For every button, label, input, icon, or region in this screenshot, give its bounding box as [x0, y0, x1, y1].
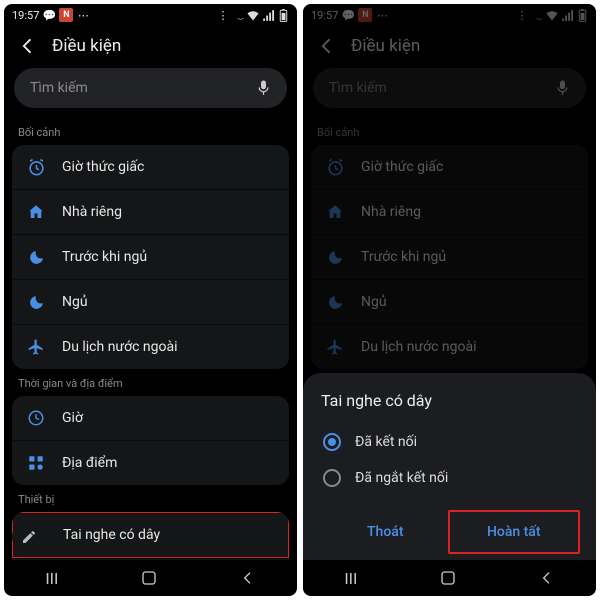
row-sleep[interactable]: Ngủ — [12, 279, 289, 324]
status-bar: 19:57 💬 N ⋯ ⋮ ͜ — [303, 4, 596, 26]
status-time: 19:57 — [12, 9, 39, 22]
nav-recents[interactable]: III — [45, 569, 58, 588]
back-icon[interactable] — [317, 36, 337, 56]
alarm-icon — [325, 157, 345, 177]
page-header: Điều kiện — [303, 26, 596, 64]
row-home[interactable]: Nhà riêng — [12, 189, 289, 234]
row-label: Trước khi ngủ — [62, 249, 147, 265]
wifi-icon — [247, 9, 259, 21]
radio-disconnected[interactable]: Đã ngắt kết nối — [321, 460, 578, 496]
section-label-device: Thiết bị — [4, 485, 297, 512]
bluetooth-icon: ⋮ — [217, 9, 229, 21]
volte-icon: ͜ — [232, 9, 244, 21]
section-label-context: Bối cảnh — [303, 118, 596, 145]
more-icon: ⋯ — [376, 9, 388, 21]
home-icon — [26, 202, 46, 222]
clock-icon — [26, 408, 46, 428]
group-context: Giờ thức giấc Nhà riêng Trước khi ngủ Ng… — [12, 145, 289, 369]
nav-recents[interactable]: III — [344, 569, 357, 588]
row-home[interactable]: Nhà riêng — [311, 189, 588, 234]
page-title: Điều kiện — [351, 36, 420, 56]
volte-icon: ͜ — [531, 9, 543, 21]
group-device: Tai nghe có dây Trạng thái sạc Mức pin — [12, 512, 289, 560]
radio-label: Đã kết nối — [355, 434, 417, 450]
status-bar: 19:57 💬 N ⋯ ⋮ ͜ — [4, 4, 297, 26]
alarm-icon — [26, 157, 46, 177]
chat-icon: 💬 — [43, 9, 55, 21]
row-label: Giờ thức giấc — [361, 159, 443, 175]
search-placeholder: Tìm kiếm — [329, 80, 555, 96]
row-label: Tai nghe có dây — [63, 527, 160, 543]
bottom-sheet: Tai nghe có dây Đã kết nối Đã ngắt kết n… — [303, 373, 596, 560]
radio-icon — [323, 433, 341, 451]
mic-icon[interactable] — [256, 79, 271, 97]
battery-icon — [576, 9, 588, 21]
search-input[interactable]: Tìm kiếm — [313, 68, 586, 108]
airplane-icon — [26, 337, 46, 357]
search-placeholder: Tìm kiếm — [30, 80, 256, 96]
phone-screen-left: 19:57 💬 N ⋯ ⋮ ͜ Điều kiện Tìm kiếm — [4, 4, 297, 596]
row-label: Ngủ — [62, 294, 88, 310]
radio-label: Đã ngắt kết nối — [355, 470, 448, 486]
moon-icon — [325, 247, 345, 267]
row-label: Giờ — [62, 410, 83, 426]
nav-back[interactable] — [240, 570, 256, 586]
more-icon: ⋯ — [77, 9, 89, 21]
row-before-sleep[interactable]: Trước khi ngủ — [12, 234, 289, 279]
nav-home[interactable] — [440, 570, 456, 586]
row-wake-time[interactable]: Giờ thức giấc — [311, 145, 588, 189]
status-time: 19:57 — [311, 9, 338, 22]
row-label: Du lịch nước ngoài — [62, 339, 178, 355]
notif-badge: N — [358, 8, 372, 22]
row-travel[interactable]: Du lịch nước ngoài — [12, 324, 289, 369]
section-label-timeplace: Thời gian và địa điểm — [4, 369, 297, 396]
row-label: Du lịch nước ngoài — [361, 339, 477, 355]
notif-badge: N — [59, 8, 73, 22]
airplane-icon — [325, 337, 345, 357]
row-place[interactable]: Địa điểm — [12, 440, 289, 485]
edit-fab[interactable] — [12, 520, 46, 554]
nav-back[interactable] — [539, 570, 555, 586]
row-wake-time[interactable]: Giờ thức giấc — [12, 145, 289, 189]
row-label: Nhà riêng — [62, 204, 122, 220]
nav-bar: III — [303, 560, 596, 596]
phone-screen-right: 19:57 💬 N ⋯ ⋮ ͜ Điều kiện Tìm kiếm Bối c… — [303, 4, 596, 596]
bluetooth-icon: ⋮ — [516, 9, 528, 21]
back-icon[interactable] — [18, 36, 38, 56]
chat-icon: 💬 — [342, 9, 354, 21]
row-label: Ngủ — [361, 294, 387, 310]
row-label: Địa điểm — [62, 455, 117, 471]
done-button[interactable]: Hoàn tất — [448, 510, 581, 554]
search-input[interactable]: Tìm kiếm — [14, 68, 287, 108]
signal-icon — [262, 9, 274, 21]
location-icon — [26, 453, 46, 473]
sheet-title: Tai nghe có dây — [321, 391, 578, 410]
row-label: Nhà riêng — [361, 204, 421, 220]
group-timeplace: Giờ Địa điểm — [12, 396, 289, 485]
page-header: Điều kiện — [4, 26, 297, 64]
group-context: Giờ thức giấc Nhà riêng Trước khi ngủ Ng… — [311, 145, 588, 369]
nav-bar: III — [4, 560, 297, 596]
wifi-icon — [546, 9, 558, 21]
row-wired-headphones[interactable]: Tai nghe có dây — [12, 512, 289, 559]
cancel-button[interactable]: Thoát — [321, 512, 450, 552]
row-label: Giờ thức giấc — [62, 159, 144, 175]
row-time[interactable]: Giờ — [12, 396, 289, 440]
row-travel[interactable]: Du lịch nước ngoài — [311, 324, 588, 369]
row-sleep[interactable]: Ngủ — [311, 279, 588, 324]
section-label-context: Bối cảnh — [4, 118, 297, 145]
signal-icon — [561, 9, 573, 21]
battery-icon — [277, 9, 289, 21]
mic-icon[interactable] — [555, 79, 570, 97]
radio-connected[interactable]: Đã kết nối — [321, 424, 578, 460]
nav-home[interactable] — [141, 570, 157, 586]
moon-icon — [26, 247, 46, 267]
row-before-sleep[interactable]: Trước khi ngủ — [311, 234, 588, 279]
row-label: Trước khi ngủ — [361, 249, 446, 265]
home-icon — [325, 202, 345, 222]
moon-icon — [325, 292, 345, 312]
radio-icon — [323, 469, 341, 487]
moon-icon — [26, 292, 46, 312]
page-title: Điều kiện — [52, 36, 121, 56]
